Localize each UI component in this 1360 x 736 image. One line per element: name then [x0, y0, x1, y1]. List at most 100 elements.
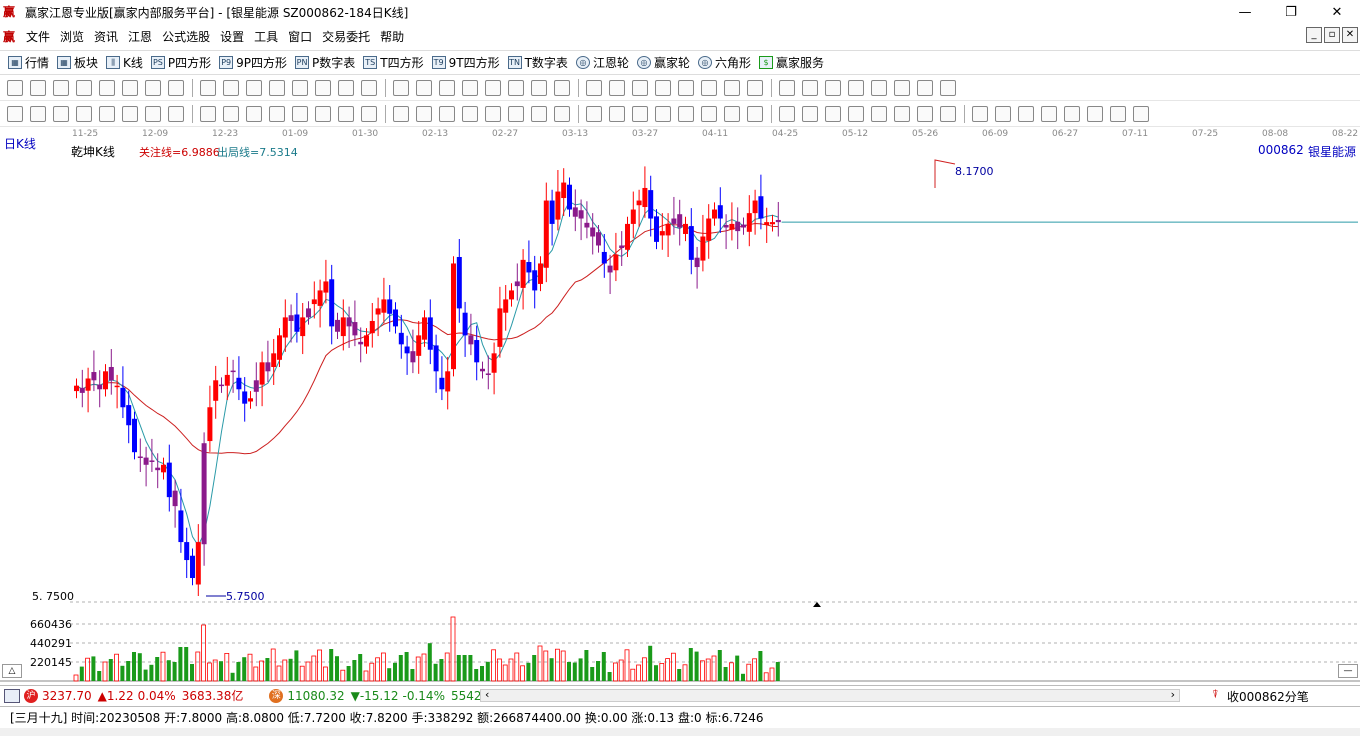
menu-settings[interactable]: 设置 [220, 28, 244, 45]
tool-icon[interactable] [361, 80, 377, 96]
tool-icon[interactable] [871, 106, 887, 122]
tool-icon[interactable] [724, 80, 740, 96]
tool-icon[interactable] [531, 80, 547, 96]
tool-icon[interactable] [439, 80, 455, 96]
tool-icon[interactable] [747, 106, 763, 122]
tool-icon[interactable] [1133, 106, 1149, 122]
menu-file[interactable]: 文件 [26, 28, 50, 45]
mdi-close-button[interactable]: ✕ [1342, 27, 1358, 43]
tool-icon[interactable] [223, 80, 239, 96]
menu-info[interactable]: 资讯 [94, 28, 118, 45]
tool-icon[interactable] [554, 106, 570, 122]
scroll-left-icon[interactable]: ‹ [485, 688, 489, 701]
tool-icon[interactable] [779, 80, 795, 96]
tool-icon[interactable] [940, 106, 956, 122]
tool-icon[interactable] [439, 106, 455, 122]
kline-chart-area[interactable]: 11-25 12-09 12-23 01-09 01-30 02-13 02-27 03-13… [0, 128, 1360, 684]
tool-icon[interactable] [99, 106, 115, 122]
toolbar-gann-wheel-button[interactable]: ◎ 江恩轮 [575, 54, 629, 71]
tool-icon[interactable] [1110, 106, 1126, 122]
toolbar-9p-square-button[interactable]: P9 9P四方形 [219, 54, 287, 71]
tool-icon[interactable] [1041, 106, 1057, 122]
tool-icon[interactable] [338, 106, 354, 122]
tool-icon[interactable] [586, 106, 602, 122]
tool-icon[interactable] [393, 80, 409, 96]
tool-icon[interactable] [361, 106, 377, 122]
panel-up-button[interactable]: △ [2, 664, 22, 678]
tool-icon[interactable] [462, 80, 478, 96]
tool-icon[interactable] [7, 106, 23, 122]
toolbar-t-number-button[interactable]: TN T数字表 [507, 54, 568, 71]
scroll-right-icon[interactable]: › [1171, 688, 1175, 701]
tool-icon[interactable] [485, 106, 501, 122]
toolbar-service-button[interactable]: $ 赢家服务 [758, 54, 824, 71]
tool-icon[interactable] [393, 106, 409, 122]
menu-formula[interactable]: 公式选股 [162, 28, 210, 45]
tool-icon[interactable] [1018, 106, 1034, 122]
tool-icon[interactable] [972, 106, 988, 122]
mdi-minimize-button[interactable]: _ [1306, 27, 1322, 43]
horizontal-scrollbar[interactable]: ‹ › [480, 688, 1180, 702]
tool-icon[interactable] [122, 106, 138, 122]
tool-icon[interactable] [554, 80, 570, 96]
tool-icon[interactable] [292, 106, 308, 122]
tool-icon[interactable] [315, 106, 331, 122]
tool-icon[interactable] [53, 106, 69, 122]
minimize-button[interactable]: — [1222, 0, 1268, 24]
tool-icon[interactable] [200, 106, 216, 122]
tool-icon[interactable] [122, 80, 138, 96]
tool-icon[interactable] [76, 80, 92, 96]
tool-icon[interactable] [586, 80, 602, 96]
tool-icon[interactable] [802, 106, 818, 122]
tool-icon[interactable] [995, 106, 1011, 122]
tool-icon[interactable] [7, 80, 23, 96]
tool-icon[interactable] [416, 80, 432, 96]
tool-icon[interactable] [655, 80, 671, 96]
maximize-button[interactable]: ❐ [1268, 0, 1314, 24]
toolbar-t-square-button[interactable]: TS T四方形 [363, 54, 424, 71]
menu-logo-icon[interactable]: 赢 [3, 28, 21, 45]
tool-icon[interactable] [825, 106, 841, 122]
tool-icon[interactable] [269, 106, 285, 122]
toolbar-kline-button[interactable]: ⫼ K线 [106, 54, 143, 71]
tool-icon[interactable] [871, 80, 887, 96]
tool-icon[interactable] [315, 80, 331, 96]
candlestick-chart[interactable] [0, 128, 1360, 684]
tool-icon[interactable] [724, 106, 740, 122]
tool-icon[interactable] [246, 80, 262, 96]
menu-browse[interactable]: 浏览 [60, 28, 84, 45]
tool-icon[interactable] [462, 106, 478, 122]
tool-icon[interactable] [76, 106, 92, 122]
tool-icon[interactable] [848, 80, 864, 96]
toolbar-hexagon-button[interactable]: ◎ 六角形 [697, 54, 751, 71]
tool-icon[interactable] [200, 80, 216, 96]
menu-help[interactable]: 帮助 [380, 28, 404, 45]
tool-icon[interactable] [894, 106, 910, 122]
tool-icon[interactable] [269, 80, 285, 96]
tool-icon[interactable] [940, 80, 956, 96]
tool-icon[interactable] [246, 106, 262, 122]
tool-icon[interactable] [145, 106, 161, 122]
tool-icon[interactable] [917, 80, 933, 96]
tool-icon[interactable] [531, 106, 547, 122]
tool-icon[interactable] [30, 106, 46, 122]
tool-icon[interactable] [609, 106, 625, 122]
close-button[interactable]: ✕ [1314, 0, 1360, 24]
tool-icon[interactable] [53, 80, 69, 96]
panel-collapse-button[interactable]: — [1338, 664, 1358, 678]
tool-icon[interactable] [825, 80, 841, 96]
menu-tools[interactable]: 工具 [254, 28, 278, 45]
toolbar-sectors-button[interactable]: ▦ 板块 [57, 54, 98, 71]
tool-icon[interactable] [779, 106, 795, 122]
menu-grid-icon[interactable] [4, 688, 20, 703]
tool-icon[interactable] [168, 106, 184, 122]
toolbar-9t-square-button[interactable]: T9 9T四方形 [431, 54, 500, 71]
tool-icon[interactable] [508, 106, 524, 122]
tool-icon[interactable] [678, 106, 694, 122]
tool-icon[interactable] [485, 80, 501, 96]
tick-filter-icon[interactable]: ⍒ [1212, 688, 1219, 702]
tool-icon[interactable] [894, 80, 910, 96]
tool-icon[interactable] [747, 80, 763, 96]
tick-record-label[interactable]: 收000862分笔 [1227, 688, 1309, 705]
tool-icon[interactable] [1064, 106, 1080, 122]
